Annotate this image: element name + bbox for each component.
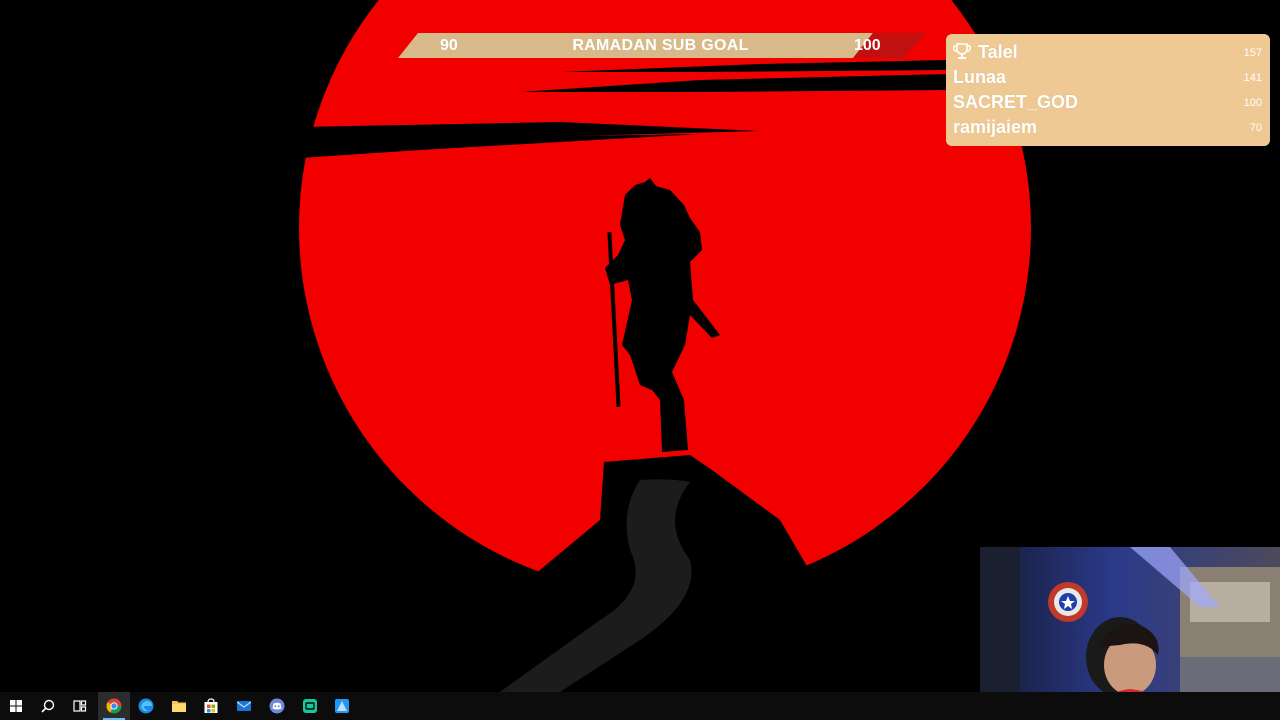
app-green-icon (303, 699, 317, 713)
leaderboard-score: 70 (1249, 122, 1262, 134)
leaderboard-score: 141 (1243, 72, 1262, 84)
sub-goal-current: 90 (440, 37, 458, 54)
app-blue-icon (335, 699, 349, 713)
sub-goal-bar: RAMADAN SUB GOAL 90 100 (398, 33, 928, 58)
chrome-icon (106, 698, 122, 714)
search-icon (41, 699, 55, 713)
search-button[interactable] (32, 692, 64, 720)
sub-goal-target: 100 (854, 37, 881, 54)
task-view-icon (73, 700, 87, 712)
leaderboard-name: SACRET_GOD (953, 92, 1079, 112)
leaderboard-score: 100 (1243, 97, 1262, 109)
mail-icon (236, 701, 252, 711)
leaderboard-name: Talel (978, 42, 1018, 62)
taskbar-mail[interactable] (228, 692, 260, 720)
windows-taskbar (0, 692, 1280, 720)
taskbar-app-blue[interactable] (326, 692, 358, 720)
windows-start-icon (10, 700, 22, 712)
leaderboard-panel: Talel 157 Lunaa 141 SACRET_GOD 100 ramij… (946, 34, 1270, 146)
leaderboard-name: ramijaiem (953, 117, 1038, 137)
leaderboard-row: Talel 157 (953, 40, 1262, 65)
taskbar-edge[interactable] (130, 692, 162, 720)
sub-goal-title: RAMADAN SUB GOAL (572, 37, 749, 54)
file-explorer-icon (172, 701, 186, 712)
leaderboard-row: ramijaiem 70 (953, 115, 1262, 140)
discord-icon (269, 698, 285, 714)
taskbar-app-green[interactable] (294, 692, 326, 720)
taskbar-store[interactable] (195, 692, 227, 720)
start-button[interactable] (0, 692, 32, 720)
taskbar-chrome[interactable] (98, 692, 130, 720)
edge-icon (138, 698, 154, 714)
trophy-icon (953, 43, 971, 59)
leaderboard-row: Lunaa 141 (953, 65, 1262, 90)
taskbar-file-explorer[interactable] (163, 692, 195, 720)
leaderboard-name: Lunaa (953, 67, 1007, 87)
leaderboard-row: SACRET_GOD 100 (953, 90, 1262, 115)
leaderboard-score: 157 (1243, 47, 1262, 59)
taskbar-discord[interactable] (261, 692, 293, 720)
task-view-button[interactable] (64, 692, 96, 720)
microsoft-store-icon (204, 698, 218, 713)
